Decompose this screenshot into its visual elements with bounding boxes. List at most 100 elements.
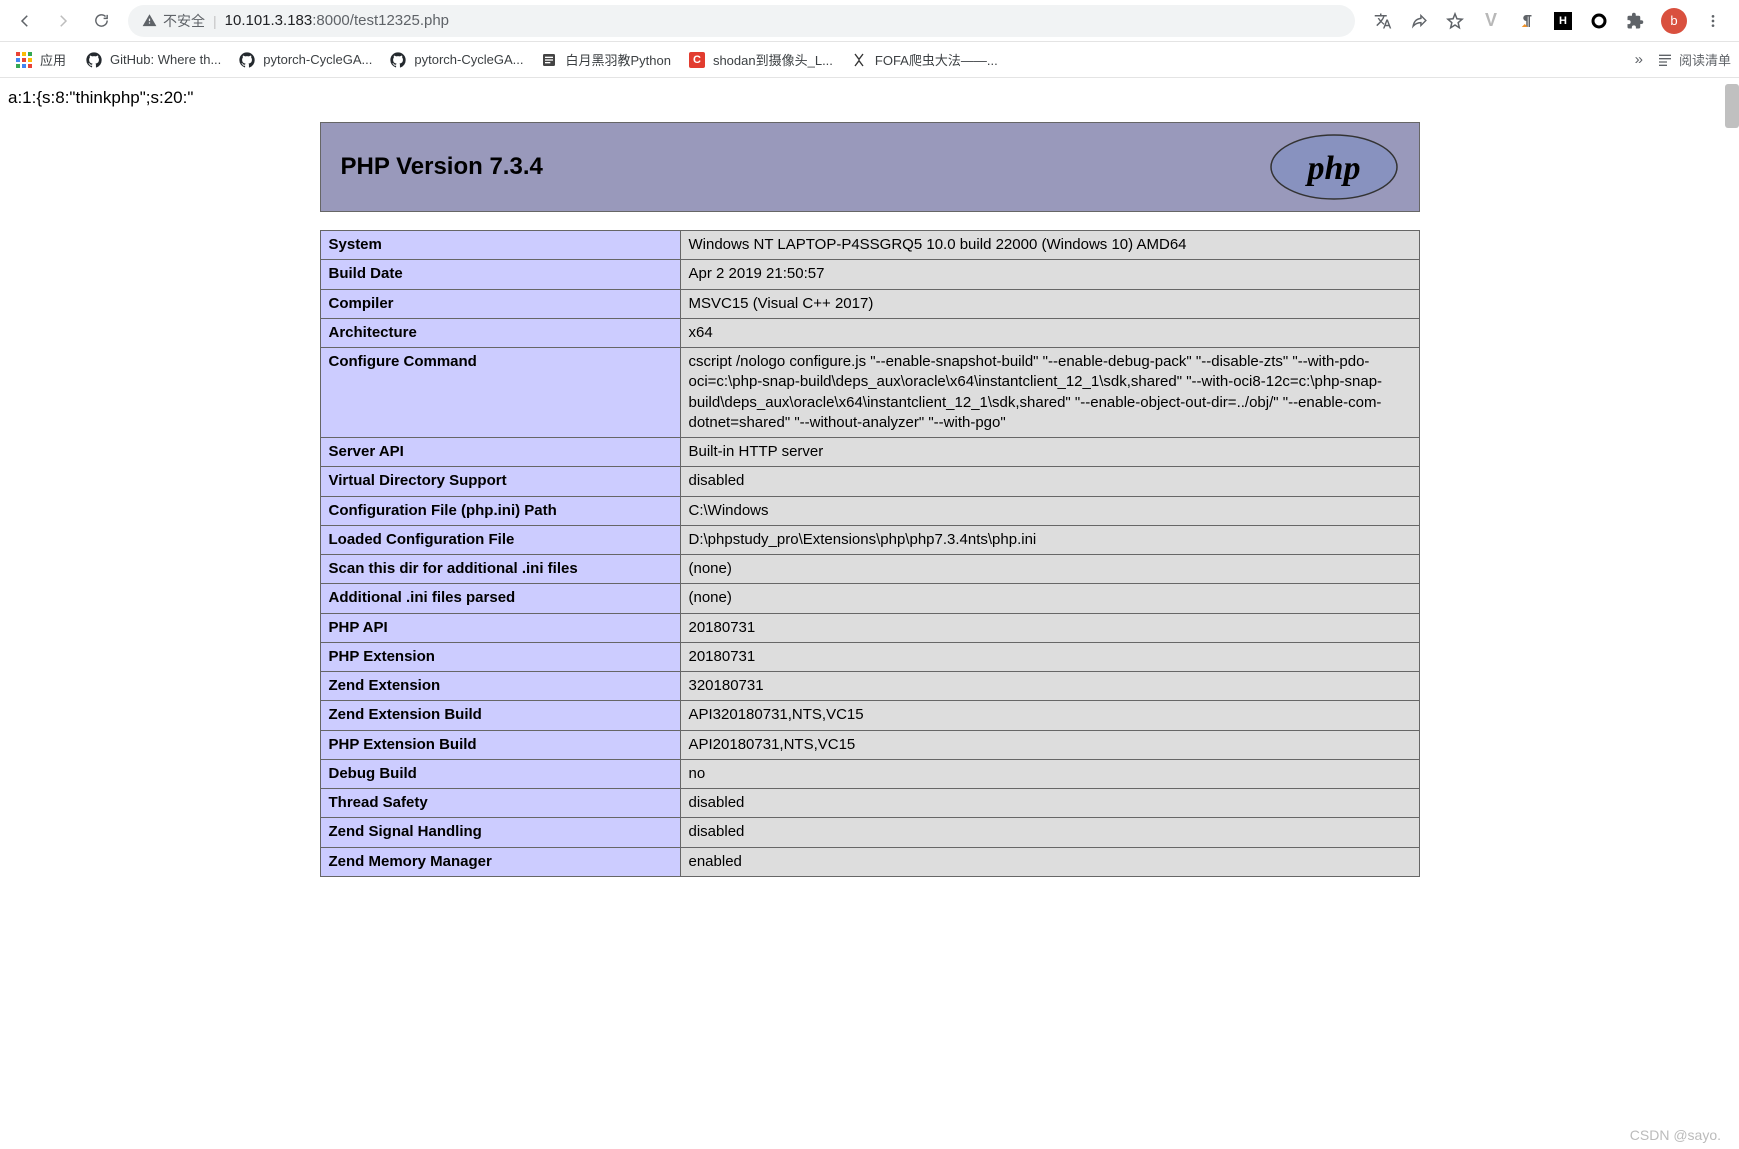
row-value: API320180731,NTS,VC15 [680,701,1419,730]
phpinfo-table: SystemWindows NT LAPTOP-P4SSGRQ5 10.0 bu… [320,230,1420,877]
svg-text:php: php [1304,150,1360,187]
row-key: Thread Safety [320,789,680,818]
table-row: PHP API20180731 [320,613,1419,642]
ext-circle-icon[interactable] [1589,11,1609,31]
apps-label: 应用 [40,50,66,69]
table-row: Virtual Directory Supportdisabled [320,467,1419,496]
row-value: x64 [680,318,1419,347]
bookmark-label: FOFA爬虫大法——... [875,50,998,69]
bookmarks-overflow[interactable]: » [1635,51,1643,68]
php-logo-icon: php [1269,133,1399,201]
row-key: Scan this dir for additional .ini files [320,555,680,584]
table-row: Loaded Configuration FileD:\phpstudy_pro… [320,525,1419,554]
row-key: Loaded Configuration File [320,525,680,554]
ext-pilcrow-icon[interactable] [1517,11,1537,31]
reading-list-button[interactable]: 阅读清单 [1657,50,1731,69]
row-key: Zend Signal Handling [320,818,680,847]
apps-icon [16,52,32,68]
bookmark-item[interactable]: pytorch-CycleGA... [231,46,380,73]
row-key: Zend Extension Build [320,701,680,730]
bookmark-label: 白月黑羽教Python [565,50,670,69]
bookmark-item[interactable]: FOFA爬虫大法——... [843,46,1006,73]
translate-icon[interactable] [1373,11,1393,31]
table-row: Server APIBuilt-in HTTP server [320,438,1419,467]
table-row: Zend Extension320180731 [320,672,1419,701]
table-row: Architecturex64 [320,318,1419,347]
row-key: Zend Extension [320,672,680,701]
table-row: SystemWindows NT LAPTOP-P4SSGRQ5 10.0 bu… [320,231,1419,260]
menu-icon[interactable] [1703,11,1723,31]
url-text: 10.101.3.183:8000/test12325.php [225,12,449,29]
star-icon[interactable] [1445,11,1465,31]
row-value: disabled [680,789,1419,818]
insecure-warning-icon: 不安全 [142,11,205,31]
table-row: Configure Commandcscript /nologo configu… [320,348,1419,438]
php-version-title: PHP Version 7.3.4 [341,153,543,181]
bookmark-icon [541,52,557,68]
table-row: CompilerMSVC15 (Visual C++ 2017) [320,289,1419,318]
address-bar[interactable]: 不安全 | 10.101.3.183:8000/test12325.php [128,5,1355,37]
bookmark-item[interactable]: 白月黑羽教Python [533,46,678,73]
table-row: Zend Memory Managerenabled [320,847,1419,876]
row-value: 20180731 [680,613,1419,642]
table-row: Thread Safetydisabled [320,789,1419,818]
row-key: Server API [320,438,680,467]
row-key: Architecture [320,318,680,347]
row-key: Debug Build [320,759,680,788]
forward-button[interactable] [46,4,80,38]
table-row: PHP Extension BuildAPI20180731,NTS,VC15 [320,730,1419,759]
bookmark-item[interactable]: pytorch-CycleGA... [382,46,531,73]
table-row: Scan this dir for additional .ini files(… [320,555,1419,584]
row-key: Zend Memory Manager [320,847,680,876]
row-key: Virtual Directory Support [320,467,680,496]
row-value: disabled [680,818,1419,847]
share-icon[interactable] [1409,11,1429,31]
row-key: PHP Extension Build [320,730,680,759]
row-value: disabled [680,467,1419,496]
bookmark-icon: C [689,52,705,68]
bookmark-icon [86,52,102,68]
table-row: Debug Buildno [320,759,1419,788]
row-value: D:\phpstudy_pro\Extensions\php\php7.3.4n… [680,525,1419,554]
raw-php-output: a:1:{s:8:"thinkphp";s:20:" [0,78,1739,122]
scrollbar-thumb[interactable] [1725,84,1739,128]
table-row: Configuration File (php.ini) PathC:\Wind… [320,496,1419,525]
bookmark-item[interactable]: Cshodan到摄像头_L... [681,46,841,73]
watermark-text: CSDN @sayo. [1630,1127,1721,1143]
bookmark-item[interactable]: GitHub: Where th... [78,46,229,73]
row-value: (none) [680,584,1419,613]
row-key: System [320,231,680,260]
profile-avatar[interactable]: b [1661,8,1687,34]
table-row: Additional .ini files parsed(none) [320,584,1419,613]
browser-toolbar: 不安全 | 10.101.3.183:8000/test12325.php V … [0,0,1739,42]
toolbar-icon-group: V H b [1365,8,1731,34]
row-key: Build Date [320,260,680,289]
row-value: cscript /nologo configure.js "--enable-s… [680,348,1419,438]
bookmark-label: pytorch-CycleGA... [414,52,523,67]
reload-button[interactable] [84,4,118,38]
row-key: Compiler [320,289,680,318]
bookmark-label: pytorch-CycleGA... [263,52,372,67]
reading-list-icon [1657,52,1673,68]
ext-v-icon[interactable]: V [1481,11,1501,31]
extensions-icon[interactable] [1625,11,1645,31]
bookmarks-bar: 应用 GitHub: Where th... pytorch-CycleGA...… [0,42,1739,78]
row-value: C:\Windows [680,496,1419,525]
bookmark-icon [390,52,406,68]
page-viewport: a:1:{s:8:"thinkphp";s:20:" PHP Version 7… [0,78,1739,895]
phpinfo-header: PHP Version 7.3.4 php [320,122,1420,212]
row-value: enabled [680,847,1419,876]
row-value: Windows NT LAPTOP-P4SSGRQ5 10.0 build 22… [680,231,1419,260]
back-button[interactable] [8,4,42,38]
apps-button[interactable]: 应用 [8,46,74,73]
row-key: PHP API [320,613,680,642]
bookmark-icon [239,52,255,68]
ext-h-icon[interactable]: H [1553,11,1573,31]
table-row: Build DateApr 2 2019 21:50:57 [320,260,1419,289]
row-key: PHP Extension [320,642,680,671]
table-row: PHP Extension20180731 [320,642,1419,671]
row-value: 20180731 [680,642,1419,671]
row-value: MSVC15 (Visual C++ 2017) [680,289,1419,318]
table-row: Zend Extension BuildAPI320180731,NTS,VC1… [320,701,1419,730]
address-separator: | [213,13,217,29]
